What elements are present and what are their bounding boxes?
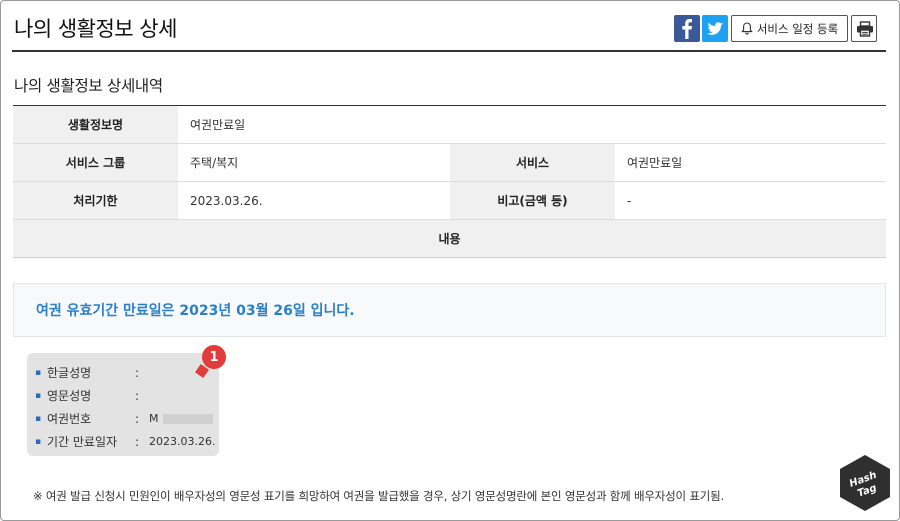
facebook-share-button[interactable]	[674, 15, 700, 42]
info-colon: :	[135, 434, 140, 449]
info-label: 한글성명	[47, 366, 92, 380]
row-label-info-name: 생활정보명	[13, 106, 178, 143]
printer-icon	[857, 21, 873, 37]
row-label-service: 서비스	[450, 144, 615, 181]
info-value: 2023.03.26.	[149, 435, 216, 448]
info-colon: :	[135, 365, 140, 380]
table-row: 생활정보명 여권만료일	[13, 106, 886, 144]
row-value-service: 여권만료일	[627, 156, 683, 170]
table-row: 처리기한 2023.03.26. 비고(금액 등) -	[13, 182, 886, 220]
row-label-remarks: 비고(금액 등)	[450, 182, 615, 219]
passport-info-box: ▪ 한글성명 : ▪ 영문성명 : ▪ 여권번호 : M ▪ 기간 만료일자 :…	[27, 353, 219, 456]
row-label-deadline: 처리기한	[13, 182, 178, 219]
table-row: 서비스 그룹 주택/복지 서비스 여권만료일	[13, 144, 886, 182]
row-value-info-name: 여권만료일	[190, 118, 246, 132]
expiry-notice: 여권 유효기간 만료일은 2023년 03월 26일 입니다.	[13, 283, 886, 337]
bullet-icon: ▪	[35, 367, 42, 378]
info-colon: :	[135, 388, 140, 403]
footnote: ※ 여권 발급 신청시 민원인이 배우자성의 영문성 표기를 희망하여 여권을 …	[33, 489, 724, 503]
row-value-remarks: -	[627, 193, 632, 208]
expiry-notice-text: 여권 유효기간 만료일은 2023년 03월 26일 입니다.	[36, 303, 355, 319]
hashtag-logo: Hash Tag	[840, 455, 890, 511]
row-value-deadline: 2023.03.26.	[190, 193, 263, 208]
list-item: ▪ 기간 만료일자 : 2023.03.26.	[35, 430, 219, 453]
content-header: 내용	[13, 220, 886, 258]
schedule-register-button[interactable]: 서비스 일정 등록	[731, 15, 848, 42]
bullet-icon: ▪	[35, 413, 42, 424]
list-item: ▪ 영문성명 :	[35, 384, 219, 407]
list-item: ▪ 한글성명 :	[35, 361, 219, 384]
list-item: ▪ 여권번호 : M	[35, 407, 219, 430]
section-title: 나의 생활정보 상세내역	[14, 77, 163, 95]
title-divider	[12, 50, 886, 52]
row-label-service-group: 서비스 그룹	[13, 144, 178, 181]
page-title: 나의 생활정보 상세	[14, 17, 177, 41]
schedule-register-label: 서비스 일정 등록	[756, 21, 839, 36]
twitter-share-button[interactable]	[702, 15, 728, 42]
info-value: M	[149, 412, 159, 425]
twitter-icon	[707, 22, 723, 35]
row-value-service-group: 주택/복지	[190, 156, 239, 170]
bullet-icon: ▪	[35, 436, 42, 447]
info-colon: :	[135, 411, 140, 426]
print-button[interactable]	[851, 15, 877, 42]
bell-icon	[740, 22, 753, 35]
redacted-block	[162, 413, 213, 424]
bullet-icon: ▪	[35, 390, 42, 401]
info-label: 여권번호	[47, 412, 92, 426]
detail-table: 생활정보명 여권만료일 서비스 그룹 주택/복지 서비스 여권만료일 처리기한 …	[13, 105, 886, 258]
info-label: 기간 만료일자	[47, 435, 118, 449]
callout-marker: 1	[202, 345, 226, 369]
facebook-icon	[682, 19, 692, 39]
info-label: 영문성명	[47, 389, 92, 403]
